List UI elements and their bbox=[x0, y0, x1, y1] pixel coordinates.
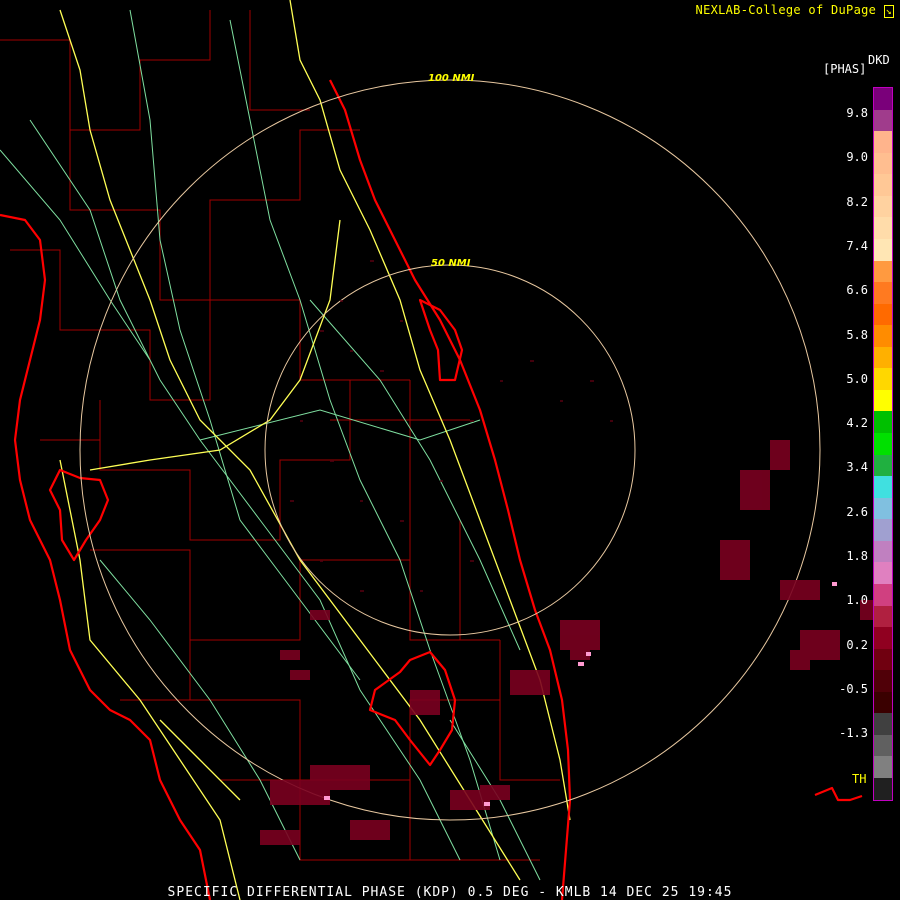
legend-color-swatch bbox=[874, 238, 892, 261]
legend-color-swatch bbox=[874, 109, 892, 132]
legend-tick-label: 9.0 bbox=[846, 150, 868, 165]
legend-color-swatch bbox=[874, 368, 892, 390]
legend-tick-label: 7.4 bbox=[846, 238, 868, 253]
legend-color-swatch bbox=[874, 454, 892, 477]
range-ring-50-nmi bbox=[264, 264, 636, 636]
product-caption: SPECIFIC DIFFERENTIAL PHASE (KDP) 0.5 DE… bbox=[167, 885, 733, 900]
legend-color-swatch bbox=[874, 476, 892, 498]
legend-color-swatch bbox=[874, 174, 892, 196]
legend-color-swatch bbox=[874, 282, 892, 304]
legend-color-swatch bbox=[874, 325, 892, 347]
legend-color-swatch bbox=[874, 778, 892, 800]
legend-tick-label: 9.8 bbox=[846, 106, 868, 120]
legend-color-swatch bbox=[874, 303, 892, 326]
legend-color-swatch bbox=[874, 670, 892, 692]
legend-color-swatch bbox=[874, 131, 892, 153]
legend-colorbar bbox=[873, 87, 893, 801]
legend-tick-label: 2.6 bbox=[846, 504, 868, 519]
county-lines bbox=[0, 10, 560, 861]
legend-tick-label: 3.4 bbox=[846, 460, 868, 475]
credit-label: NEXLAB-College of DuPage bbox=[695, 3, 884, 17]
legend-product-code: DKD bbox=[868, 53, 890, 67]
legend-color-swatch bbox=[874, 389, 892, 412]
legend-color-swatch bbox=[874, 152, 892, 175]
credit-text: NEXLAB-College of DuPage ↘ bbox=[695, 3, 894, 18]
legend-color-swatch bbox=[874, 217, 892, 239]
arrow-diagonal-icon: ↘ bbox=[883, 5, 894, 18]
legend-color-swatch bbox=[874, 583, 892, 606]
legend-tick-label: 6.6 bbox=[846, 283, 868, 298]
legend-tick-label: 8.2 bbox=[846, 194, 868, 209]
legend-color-swatch bbox=[874, 260, 892, 283]
legend-color-swatch bbox=[874, 497, 892, 520]
legend-color-swatch bbox=[874, 734, 892, 757]
radar-echoes bbox=[260, 260, 880, 845]
ring-label-50-nmi: 50 NMI bbox=[431, 258, 471, 269]
range-rings bbox=[79, 79, 821, 821]
radar-map bbox=[0, 0, 880, 900]
legend-color-swatch bbox=[874, 562, 892, 584]
legend-color-swatch bbox=[874, 433, 892, 455]
legend-color-swatch bbox=[874, 540, 892, 563]
legend-color-swatch bbox=[874, 346, 892, 369]
legend-tick-label: 1.0 bbox=[846, 593, 868, 608]
legend-tick-label: 5.0 bbox=[846, 371, 868, 386]
legend-tick-label: -1.3 bbox=[839, 726, 868, 741]
legend-color-swatch bbox=[874, 88, 892, 110]
legend-color-swatch bbox=[874, 691, 892, 714]
legend-color-swatch bbox=[874, 713, 892, 735]
legend-color-swatch bbox=[874, 756, 892, 778]
range-ring-100-nmi bbox=[79, 79, 821, 821]
minor-roads bbox=[0, 9, 541, 881]
legend-color-swatch bbox=[874, 195, 892, 218]
legend-tick-label: 5.8 bbox=[846, 327, 868, 342]
legend-tick-label: 0.2 bbox=[846, 637, 868, 652]
legend-units: [PHAS] bbox=[823, 62, 867, 76]
coastline bbox=[0, 79, 863, 900]
ring-label-100-nmi: 100 NMI bbox=[428, 73, 475, 84]
legend-threshold-label: TH bbox=[852, 772, 867, 786]
legend-tick-label: 1.8 bbox=[846, 549, 868, 563]
legend-color-swatch bbox=[874, 605, 892, 628]
legend-color-swatch bbox=[874, 648, 892, 671]
legend-color-swatch bbox=[874, 411, 892, 433]
legend-tick-label: -0.5 bbox=[839, 681, 868, 696]
legend-color-swatch bbox=[874, 627, 892, 649]
legend-tick-label: 4.2 bbox=[846, 416, 868, 431]
legend-color-swatch bbox=[874, 519, 892, 541]
